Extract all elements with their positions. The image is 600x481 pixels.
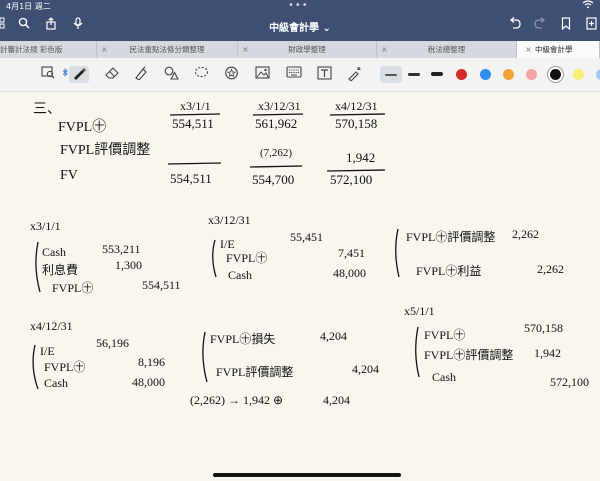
j2-credit1: Cash (228, 268, 252, 282)
j5-credit1: FVPL評價調整 (216, 365, 294, 379)
j1-date: x3/1/1 (30, 219, 61, 233)
color-red-swatch[interactable] (456, 69, 467, 80)
j3-debit1-amt: 2,262 (512, 227, 539, 241)
sticker-icon[interactable] (222, 66, 240, 83)
j5-credit1-amt: 4,204 (352, 362, 379, 376)
j6-credit1: Cash (432, 370, 456, 384)
j4-date: x4/12/31 (30, 319, 73, 333)
j3-debit1: FVPL㊉評價調整 (406, 230, 496, 244)
redo-icon[interactable] (531, 17, 549, 33)
drawing-toolbar (0, 58, 600, 92)
text-box-icon[interactable] (315, 66, 333, 83)
tab-label: 計審計法規 彩色版 (0, 45, 63, 54)
close-icon[interactable]: × (525, 41, 532, 58)
keyboard-icon[interactable] (285, 66, 303, 83)
section-heading: 三、 (33, 102, 61, 117)
color-blue-swatch[interactable] (480, 69, 491, 80)
col3-value: 570,158 (335, 116, 378, 131)
wifi-icon (582, 0, 594, 11)
image-icon[interactable] (253, 66, 271, 83)
line-width-thick[interactable] (431, 72, 443, 76)
j4-credit1-amt: 48,000 (132, 375, 165, 389)
j4-credit1: Cash (44, 376, 68, 390)
pen-icon[interactable] (69, 66, 89, 83)
j1-debit2: 利息費 (42, 263, 79, 277)
row-label-fv: FV (60, 168, 78, 183)
color-black-selected-ring[interactable] (547, 66, 564, 83)
col2-adjust: (7,262) (260, 147, 293, 159)
j1-credit1: FVPL㊉ (52, 281, 94, 295)
j3-credit1-amt: 2,262 (537, 262, 564, 276)
j2-debit2: FVPL㊉ (226, 251, 268, 265)
tab-tax-law[interactable]: × 稅法總整理 (377, 41, 517, 58)
j2-total: 55,451 (290, 230, 323, 244)
j6-date: x5/1/1 (404, 304, 435, 318)
j6-debit2-amt: 1,942 (534, 346, 561, 360)
note-canvas[interactable]: 三、 FVPL㊉ FVPL評價調整 FV x3/1/1 554,511 554,… (0, 92, 600, 481)
j6-debit2: FVPL㊉評價調整 (424, 348, 514, 362)
col2-total: 554,700 (252, 172, 295, 187)
j4-debit1: I/E (40, 344, 55, 358)
bluetooth-pen-icon[interactable] (62, 66, 68, 83)
j1-debit1-amt: 553,211 (102, 242, 141, 256)
j6-debit1-amt: 570,158 (524, 321, 563, 335)
multitask-dots[interactable]: ••• (288, 0, 309, 11)
j2-debit2-amt: 7,451 (338, 246, 365, 260)
line-width-thin (385, 74, 397, 76)
color-yellow-swatch[interactable] (573, 69, 584, 80)
color-pink-swatch[interactable] (526, 69, 537, 80)
laser-pointer-icon[interactable] (345, 66, 363, 83)
j2-date: x3/12/31 (208, 213, 251, 227)
color-sky-swatch[interactable] (596, 69, 600, 80)
lasso-zoom-icon[interactable] (39, 66, 57, 83)
tab-label: 中級會計學 (535, 45, 573, 54)
add-page-icon[interactable] (582, 17, 600, 33)
tab-bar: 計審計法規 彩色版 × 民法重點法條分類整理 × 財政學整理 × 稅法總整理 ×… (0, 41, 600, 59)
col3-total: 572,100 (330, 172, 373, 187)
home-indicator[interactable] (213, 473, 401, 477)
highlighter-icon[interactable] (132, 66, 150, 83)
j1-credit1-amt: 554,511 (142, 278, 181, 292)
col3-date: x4/12/31 (335, 99, 378, 113)
lasso-icon[interactable] (192, 66, 210, 83)
col1-value: 554,511 (172, 116, 214, 131)
row-label-fvpl: FVPL㊉ (58, 120, 107, 135)
tab-label: 財政學整理 (288, 45, 326, 54)
j4-debit2: FVPL㊉ (44, 360, 86, 374)
line-width-medium[interactable] (408, 73, 420, 76)
tab-civil-law[interactable]: × 民法重點法條分類整理 (97, 41, 238, 58)
tab-audit-law[interactable]: 計審計法規 彩色版 (0, 41, 97, 58)
shapes-icon[interactable] (162, 66, 180, 83)
tab-label: 民法重點法條分類整理 (129, 45, 205, 54)
j5-debit1: FVPL㊉損失 (210, 332, 276, 346)
j4-total: 56,196 (96, 336, 129, 350)
j4-debit2-amt: 8,196 (138, 355, 165, 369)
j1-debit1: Cash (42, 245, 66, 259)
col2-value: 561,962 (255, 116, 298, 131)
color-orange-swatch[interactable] (503, 69, 514, 80)
eraser-icon[interactable] (103, 66, 121, 83)
j5-debit1-amt: 4,204 (320, 329, 347, 343)
col3-adjust: 1,942 (346, 150, 376, 165)
tab-public-finance[interactable]: × 財政學整理 (238, 41, 377, 58)
top-bar: 4月1日 週二 ••• 中級會計學 ⌄ (0, 0, 600, 41)
col1-date: x3/1/1 (180, 99, 211, 113)
tab-intermediate-accounting[interactable]: × 中級會計學 (517, 41, 600, 58)
j3-credit1: FVPL㊉利益 (416, 264, 482, 278)
tab-label: 稅法總整理 (427, 45, 466, 54)
j6-credit1-amt: 572,100 (550, 375, 589, 389)
j2-credit1-amt: 48,000 (333, 266, 366, 280)
status-date: 4月1日 週二 (6, 2, 51, 11)
j1-debit2-amt: 1,300 (115, 258, 142, 272)
j6-debit1: FVPL㊉ (424, 328, 466, 342)
bookmark-icon[interactable] (557, 17, 575, 33)
color-black-swatch (550, 69, 561, 80)
col1-total: 554,511 (170, 171, 212, 186)
row-label-adjust: FVPL評價調整 (60, 143, 151, 158)
col2-date: x3/12/31 (258, 99, 301, 113)
undo-icon[interactable] (505, 17, 523, 33)
j5-calc: (2,262) → 1,942 ⊕ (190, 393, 284, 407)
j5-calc-amt: 4,204 (323, 393, 350, 407)
